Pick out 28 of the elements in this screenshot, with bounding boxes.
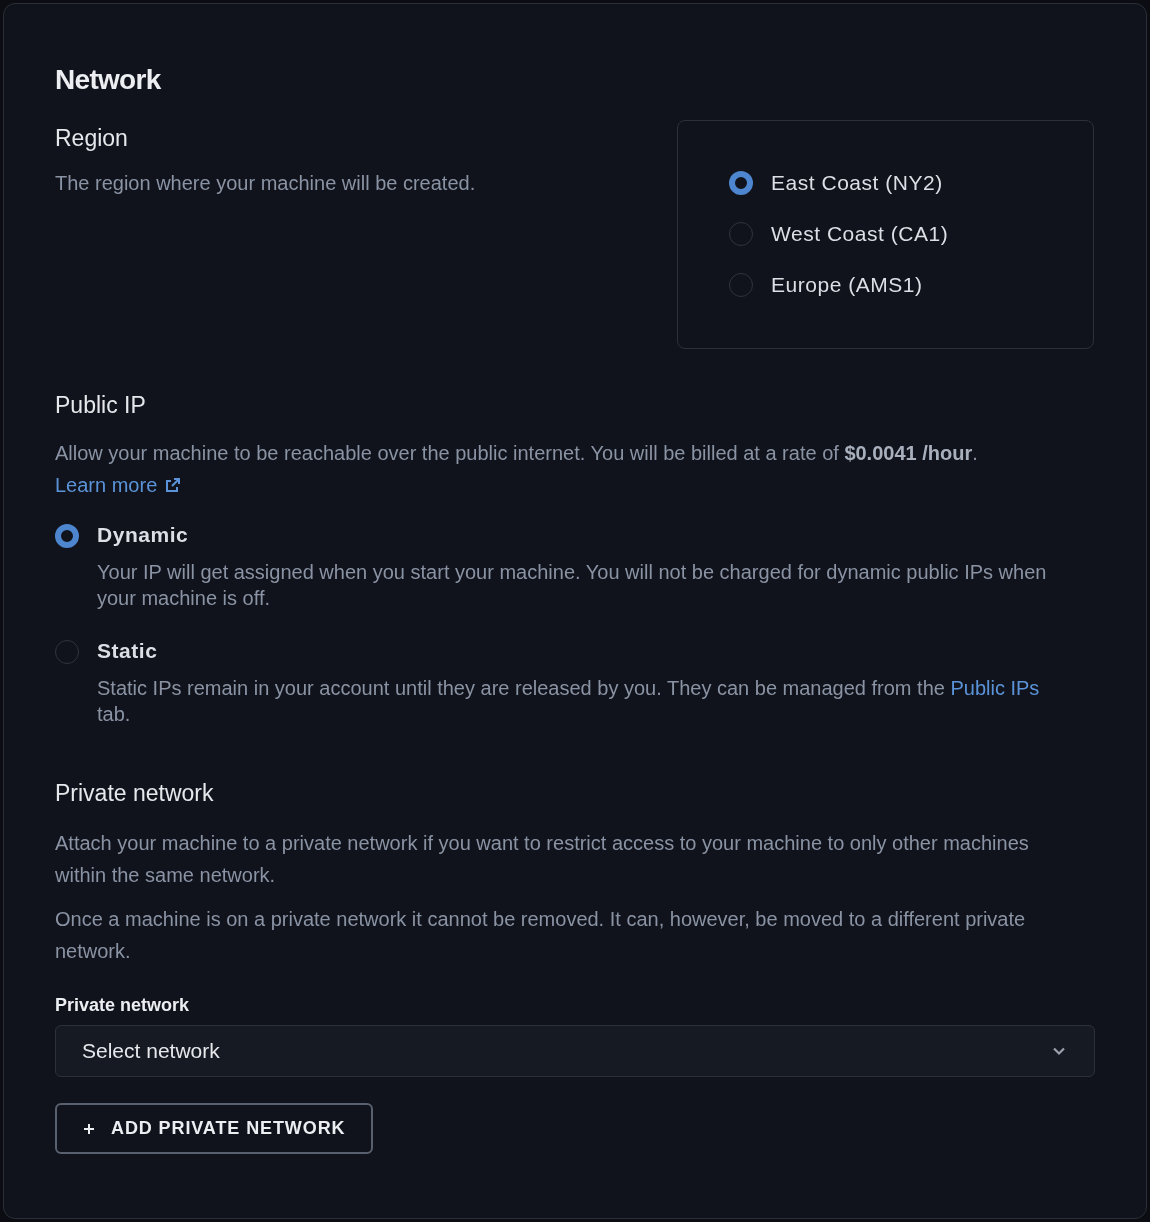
section-heading: Region [55,124,129,153]
option-label[interactable]: Dynamic [97,521,1095,549]
option-label[interactable]: Static [97,637,1095,665]
network-select[interactable]: Select network [55,1025,1095,1077]
option-label[interactable]: West Coast (CA1) [771,220,949,248]
option-label[interactable]: East Coast (NY2) [771,169,943,197]
option-description: Your IP will get assigned when you start your machine. You will not be charged for dynamic public IPs when your machine is off. [97,560,1048,611]
section-description: Attach your machine to a private network if you want to restrict access to your machine to only other machines within the same network. [55,831,1030,888]
learn-more-link[interactable]: Learn more [55,469,182,501]
section-description: Once a machine is on a private network it cannot be removed. It can, however, be moved to a different private network. [55,907,1027,964]
radio-button[interactable] [729,222,753,246]
section-heading: Private network [55,779,215,808]
radio-button[interactable] [55,640,79,664]
public-ips-link[interactable]: Public IPs [950,677,1040,699]
section-description: The region where your machine will be created. [55,171,477,196]
add-private-network-button[interactable]: ADD PRIVATE NETWORK [55,1103,374,1154]
radio-button[interactable] [729,171,753,195]
external-link-icon [165,477,182,493]
option-label[interactable]: Europe (AMS1) [771,271,923,299]
option-description: Static IPs remain in your account until they are released by you. They can be managed from the Public IPs tab. [97,676,1041,727]
page-title: Network [55,63,162,97]
field-label: Private network [55,994,191,1017]
section-heading: Public IP [55,391,147,420]
radio-button[interactable] [55,524,79,548]
plus-icon [83,1122,95,1135]
chevron-down-icon [1052,1046,1066,1056]
radio-button[interactable] [729,273,753,297]
section-description: Allow your machine to be reachable over the public internet. You will be billed at a rate of $0.0041 /hour. Learn more [55,437,1095,501]
